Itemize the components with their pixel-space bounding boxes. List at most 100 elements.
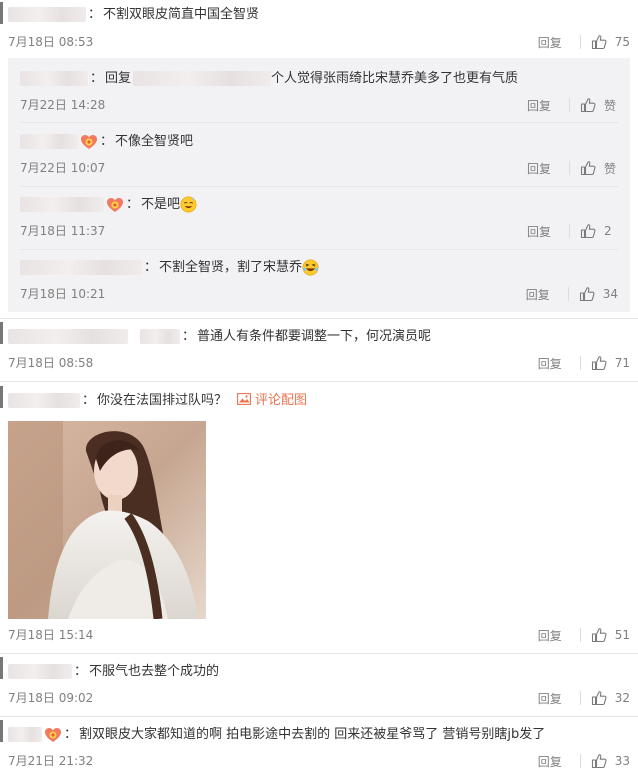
reply-divider xyxy=(20,186,618,187)
comment-left-bar xyxy=(0,720,3,742)
divider xyxy=(579,35,581,49)
reply-actions: 回复 2 xyxy=(527,221,618,241)
username-blurred[interactable] xyxy=(20,260,142,275)
username-blurred[interactable] xyxy=(20,71,88,86)
comment-time: 7月18日 09:02 xyxy=(8,691,94,705)
comment-time: 7月21日 21:32 xyxy=(8,754,94,768)
reply-button[interactable]: 回复 xyxy=(527,160,551,177)
comment-time: 7月18日 08:58 xyxy=(8,356,94,370)
comment-actions: 回复 75 xyxy=(538,32,630,52)
thumbs-up-icon[interactable] xyxy=(579,286,595,302)
thumbs-up-icon[interactable] xyxy=(591,753,607,769)
mentioned-username-blurred[interactable] xyxy=(133,71,272,86)
thumbs-up-icon[interactable] xyxy=(591,34,607,50)
reply-time: 7月22日 14:28 xyxy=(20,98,106,112)
comment-divider xyxy=(0,381,638,382)
divider xyxy=(579,691,581,705)
reply-text: 个人觉得张雨绮比宋慧乔美多了也更有气质 xyxy=(271,71,519,86)
pic-link-label: 评论配图 xyxy=(255,393,308,408)
comment-text: 不割双眼皮简直中国全智贤 xyxy=(103,7,260,22)
vip-heart-badge-icon xyxy=(44,727,62,743)
username-blurred[interactable] xyxy=(8,727,42,742)
reply-time: 7月18日 10:21 xyxy=(20,287,106,301)
like-count[interactable]: 赞 xyxy=(604,97,618,114)
reply-button[interactable]: 回复 xyxy=(527,223,551,240)
thumbs-up-icon[interactable] xyxy=(591,355,607,371)
comment-divider xyxy=(0,716,638,717)
reply-actions: 回复 赞 xyxy=(527,158,618,178)
reply-divider xyxy=(20,122,618,123)
divider xyxy=(579,356,581,370)
comment-actions: 回复 51 xyxy=(538,625,630,645)
comment-text-line: ：割双眼皮大家都知道的啊 拍电影途中去割的 回来还被星爷骂了 营销号别瞎jb发了 xyxy=(8,726,545,744)
reply-text-line: ：不是吧 xyxy=(20,196,197,214)
divider xyxy=(569,98,570,112)
comment-text-line: ：普通人有条件都要调整一下，何况演员呢 xyxy=(8,328,431,346)
like-count[interactable]: 75 xyxy=(615,35,630,49)
comment-time: 7月18日 15:14 xyxy=(8,628,94,642)
divider xyxy=(567,287,569,301)
thumbs-up-icon[interactable] xyxy=(580,97,596,113)
reply-button[interactable]: 回复 xyxy=(538,753,562,770)
comment-text-line: ：你没在法国排过队吗？ 评论配图 xyxy=(8,392,307,410)
comment-left-bar xyxy=(0,2,3,24)
reply-text: 不像全智贤吧 xyxy=(115,134,194,149)
username-blurred[interactable] xyxy=(8,393,80,408)
divider xyxy=(579,628,581,642)
username-blurred[interactable] xyxy=(8,7,86,22)
comment-left-bar xyxy=(0,322,3,344)
thumbs-up-icon[interactable] xyxy=(591,627,607,643)
laugh-tears-emoji xyxy=(302,259,319,276)
comment-actions: 回复 71 xyxy=(538,353,630,373)
username-blurred[interactable] xyxy=(20,134,78,149)
comment-divider xyxy=(0,653,638,654)
reply-button[interactable]: 回复 xyxy=(538,690,562,707)
username-blurred[interactable] xyxy=(8,329,128,344)
comment-picture-link[interactable]: 评论配图 xyxy=(237,393,307,408)
divider xyxy=(569,161,570,175)
like-count[interactable]: 33 xyxy=(615,754,630,768)
reply-button[interactable]: 回复 xyxy=(538,627,562,644)
comment-actions: 回复 32 xyxy=(538,688,630,708)
reply-text: 不是吧 xyxy=(141,197,181,212)
thumbs-up-icon[interactable] xyxy=(591,690,607,706)
comment-time: 7月18日 08:53 xyxy=(8,35,94,49)
divider xyxy=(579,754,581,768)
comment-left-bar xyxy=(0,657,3,679)
reply-text-line: ：不割全智贤，割了宋慧乔 xyxy=(20,259,319,277)
like-count[interactable]: 32 xyxy=(615,691,630,705)
reply-button[interactable]: 回复 xyxy=(526,286,550,303)
comment-left-bar xyxy=(0,386,3,408)
like-count[interactable]: 2 xyxy=(604,224,618,238)
reply-text: 不割全智贤，割了宋慧乔 xyxy=(159,260,303,275)
like-count[interactable]: 71 xyxy=(615,356,630,370)
reply-text-line: ：不像全智贤吧 xyxy=(20,133,193,151)
comment-text: 你没在法国排过队吗？ xyxy=(97,393,228,408)
vip-heart-badge-icon xyxy=(106,197,124,213)
reply-button[interactable]: 回复 xyxy=(527,97,551,114)
thumbs-up-icon[interactable] xyxy=(580,160,596,176)
username-blurred[interactable] xyxy=(8,664,72,679)
reply-actions: 回复 34 xyxy=(526,284,618,304)
reply-time: 7月18日 11:37 xyxy=(20,224,106,238)
comment-text-line: ：不割双眼皮简直中国全智贤 xyxy=(8,6,259,24)
thumbs-up-icon[interactable] xyxy=(580,223,596,239)
reply-text-line: ：回复 个人觉得张雨绮比宋慧乔美多了也更有气质 xyxy=(20,70,518,88)
reply-button[interactable]: 回复 xyxy=(538,34,562,51)
comment-picture[interactable] xyxy=(8,421,206,619)
reply-button[interactable]: 回复 xyxy=(538,355,562,372)
sweat-smile-emoji xyxy=(180,196,197,213)
comment-text: 割双眼皮大家都知道的啊 拍电影途中去割的 回来还被星爷骂了 营销号别瞎jb发了 xyxy=(79,727,546,742)
reply-divider xyxy=(20,249,618,250)
like-count[interactable]: 34 xyxy=(603,287,618,301)
username-blurred[interactable] xyxy=(20,197,104,212)
comment-divider xyxy=(0,318,638,319)
like-count[interactable]: 51 xyxy=(615,628,630,642)
comment-text-line: ：不服气也去整个成功的 xyxy=(8,663,219,681)
divider xyxy=(569,224,570,238)
like-count[interactable]: 赞 xyxy=(604,160,618,177)
image-icon xyxy=(237,393,251,405)
reply-time: 7月22日 10:07 xyxy=(20,161,106,175)
username-blurred[interactable] xyxy=(140,329,180,344)
comment-text: 普通人有条件都要调整一下，何况演员呢 xyxy=(197,329,432,344)
